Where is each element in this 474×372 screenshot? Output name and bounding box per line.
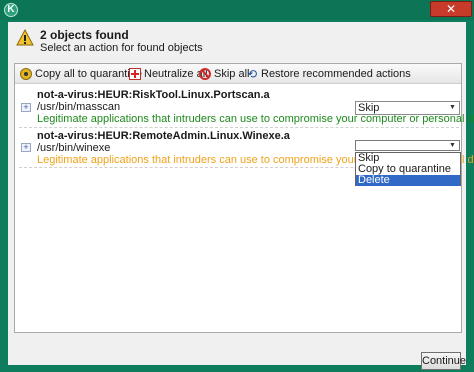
continue-button[interactable]: Continue (421, 352, 466, 370)
copy-all-label: Copy all to quarantine (35, 68, 143, 80)
threat-item: not-a-virus:HEUR:RiskTool.Linux.Portscan… (15, 86, 474, 126)
expand-icon[interactable]: + (21, 103, 31, 112)
dropdown-option-delete[interactable]: Delete (356, 175, 460, 186)
threat-name: not-a-virus:HEUR:RiskTool.Linux.Portscan… (37, 89, 270, 101)
action-dropdown-list: Skip Copy to quarantine Delete (355, 152, 461, 186)
threat-description: Legitimate applications that intruders c… (37, 113, 474, 125)
warning-icon (16, 29, 34, 46)
skip-icon (199, 68, 211, 80)
action-toolbar: Copy all to quarantine Neutralize all Sk… (15, 64, 461, 84)
close-button[interactable]: ✕ (430, 1, 472, 17)
chevron-down-icon: ▼ (449, 142, 456, 149)
expand-icon[interactable]: + (21, 143, 31, 152)
quarantine-icon (20, 68, 32, 80)
skip-all-label: Skip all (214, 68, 250, 80)
dialog-window: K ✕ 2 objects found Select an action for… (0, 0, 474, 372)
action-select[interactable]: ▼ (355, 140, 460, 151)
threat-path: /usr/bin/masscan (37, 101, 121, 113)
dialog-body: 2 objects found Select an action for fou… (8, 22, 474, 370)
dialog-header: 2 objects found Select an action for fou… (8, 22, 466, 60)
threat-path: /usr/bin/winexe (37, 142, 111, 154)
neutralize-icon (129, 68, 141, 80)
threat-name: not-a-virus:HEUR:RemoteAdmin.Linux.Winex… (37, 130, 290, 142)
restore-icon: ⟲ (246, 67, 258, 81)
neutralize-all-button[interactable]: Neutralize all (129, 67, 208, 81)
chevron-down-icon: ▼ (449, 104, 456, 111)
threat-list-panel: Copy all to quarantine Neutralize all Sk… (14, 63, 474, 333)
restore-recommended-actions-button[interactable]: ⟲ Restore recommended actions (246, 67, 411, 81)
restore-label: Restore recommended actions (261, 68, 411, 80)
header-title: 2 objects found (40, 28, 129, 42)
title-bar[interactable]: K ✕ (0, 0, 474, 20)
skip-all-button[interactable]: Skip all (199, 67, 249, 81)
header-subtitle: Select an action for found objects (40, 42, 203, 54)
kaspersky-logo-icon: K (4, 3, 18, 17)
copy-all-to-quarantine-button[interactable]: Copy all to quarantine (20, 67, 142, 81)
